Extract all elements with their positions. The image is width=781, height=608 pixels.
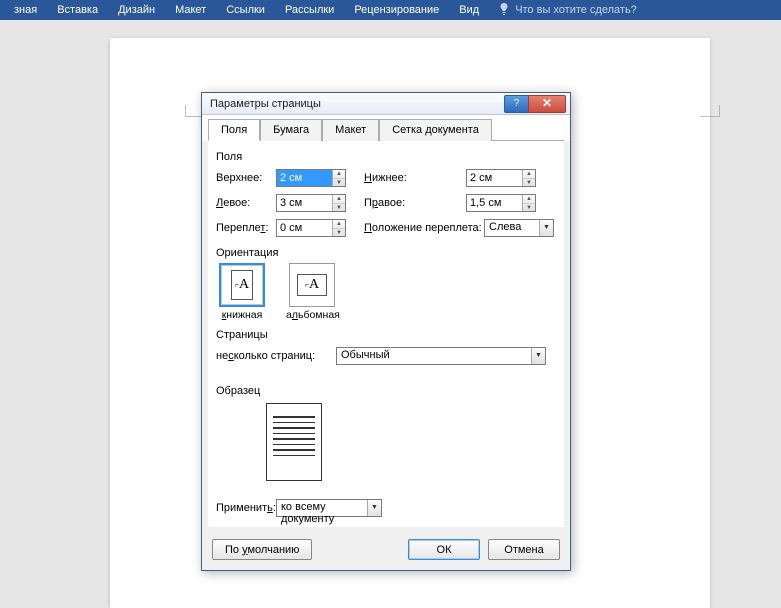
dialog-tabs: Поля Бумага Макет Сетка документа [202, 115, 570, 141]
gutter-position-value: Слева [485, 220, 539, 236]
portrait-label: книжная [216, 309, 268, 321]
label-gutter: Переплет: [216, 222, 276, 234]
tell-me-search[interactable]: Что вы хотите сделать? [489, 3, 637, 18]
tab-margins[interactable]: Поля [208, 119, 260, 141]
chevron-down-icon[interactable]: ▼ [531, 348, 545, 364]
dialog-title: Параметры страницы [210, 98, 504, 110]
ok-button[interactable]: ОК [408, 539, 480, 560]
ruler-mark [700, 105, 720, 117]
chevron-down-icon[interactable]: ▼ [367, 500, 381, 516]
lightbulb-icon [499, 3, 509, 18]
group-pages: Страницы [216, 329, 556, 341]
cancel-button[interactable]: Отмена [488, 539, 560, 560]
tab-paper[interactable]: Бумага [260, 119, 322, 141]
label-left: Левое: [216, 197, 276, 209]
ribbon-tab[interactable]: Вид [449, 0, 489, 20]
tab-layout[interactable]: Макет [322, 119, 379, 141]
spinner-arrows[interactable]: ▲▼ [522, 195, 535, 211]
ribbon: зная Вставка Дизайн Макет Ссылки Рассылк… [0, 0, 781, 20]
help-button[interactable]: ? [504, 95, 528, 113]
gutter-input[interactable] [277, 220, 332, 236]
gutter-position-combo[interactable]: Слева ▼ [484, 219, 554, 237]
preview-thumbnail [266, 403, 322, 481]
default-button[interactable]: По умолчанию [212, 539, 312, 560]
ribbon-tab[interactable]: Вставка [47, 0, 108, 20]
group-margins: Поля [216, 151, 556, 163]
dialog-titlebar[interactable]: Параметры страницы ? ✕ [202, 93, 570, 115]
group-orientation: Ориентация [216, 247, 556, 259]
label-right: Правое: [346, 197, 466, 209]
spinner-arrows[interactable]: ▲▼ [522, 170, 535, 186]
label-bottom: Нижнее: [346, 172, 466, 184]
margin-left-input[interactable] [277, 195, 332, 211]
orientation-portrait[interactable]: ⌐A книжная [216, 263, 268, 321]
ribbon-tab[interactable]: Рецензирование [344, 0, 449, 20]
margin-right-spinner[interactable]: ▲▼ [466, 194, 536, 212]
landscape-icon: ⌐A [289, 263, 335, 307]
workspace: Параметры страницы ? ✕ Поля Бумага Макет… [0, 20, 781, 608]
landscape-label: альбомная [286, 309, 338, 321]
label-multipages: несколько страниц: [216, 350, 336, 362]
ribbon-tab[interactable]: зная [4, 0, 47, 20]
portrait-icon: ⌐A [219, 263, 265, 307]
gutter-spinner[interactable]: ▲▼ [276, 219, 346, 237]
margin-right-input[interactable] [467, 195, 522, 211]
apply-to-combo[interactable]: ко всему документу ▼ [276, 499, 382, 517]
dialog-buttons: По умолчанию ОК Отмена [202, 533, 570, 570]
ribbon-tab[interactable]: Ссылки [216, 0, 275, 20]
spinner-arrows[interactable]: ▲▼ [332, 220, 345, 236]
margin-bottom-input[interactable] [467, 170, 522, 186]
dialog-panel: Поля Верхнее: ▲▼ Нижнее: ▲▼ Левое: [208, 141, 564, 527]
margin-bottom-spinner[interactable]: ▲▼ [466, 169, 536, 187]
margin-left-spinner[interactable]: ▲▼ [276, 194, 346, 212]
label-top: Верхнее: [216, 172, 276, 184]
spinner-arrows[interactable]: ▲▼ [332, 170, 345, 186]
ribbon-tab[interactable]: Дизайн [108, 0, 165, 20]
page-setup-dialog: Параметры страницы ? ✕ Поля Бумага Макет… [201, 92, 571, 571]
spinner-arrows[interactable]: ▲▼ [332, 195, 345, 211]
close-button[interactable]: ✕ [528, 95, 566, 113]
multipages-combo[interactable]: Обычный ▼ [336, 347, 546, 365]
label-gutter-pos: Положение переплета: [346, 222, 484, 234]
ribbon-tab[interactable]: Рассылки [275, 0, 344, 20]
apply-to-value: ко всему документу [277, 500, 367, 516]
multipages-value: Обычный [337, 348, 531, 364]
group-preview: Образец [216, 385, 556, 397]
chevron-down-icon[interactable]: ▼ [539, 220, 553, 236]
tab-grid[interactable]: Сетка документа [379, 119, 492, 141]
ribbon-tab[interactable]: Макет [165, 0, 216, 20]
tell-me-text: Что вы хотите сделать? [515, 4, 637, 16]
margin-top-input[interactable] [277, 170, 332, 186]
orientation-landscape[interactable]: ⌐A альбомная [286, 263, 338, 321]
label-apply: Применить: [216, 502, 276, 514]
margin-top-spinner[interactable]: ▲▼ [276, 169, 346, 187]
